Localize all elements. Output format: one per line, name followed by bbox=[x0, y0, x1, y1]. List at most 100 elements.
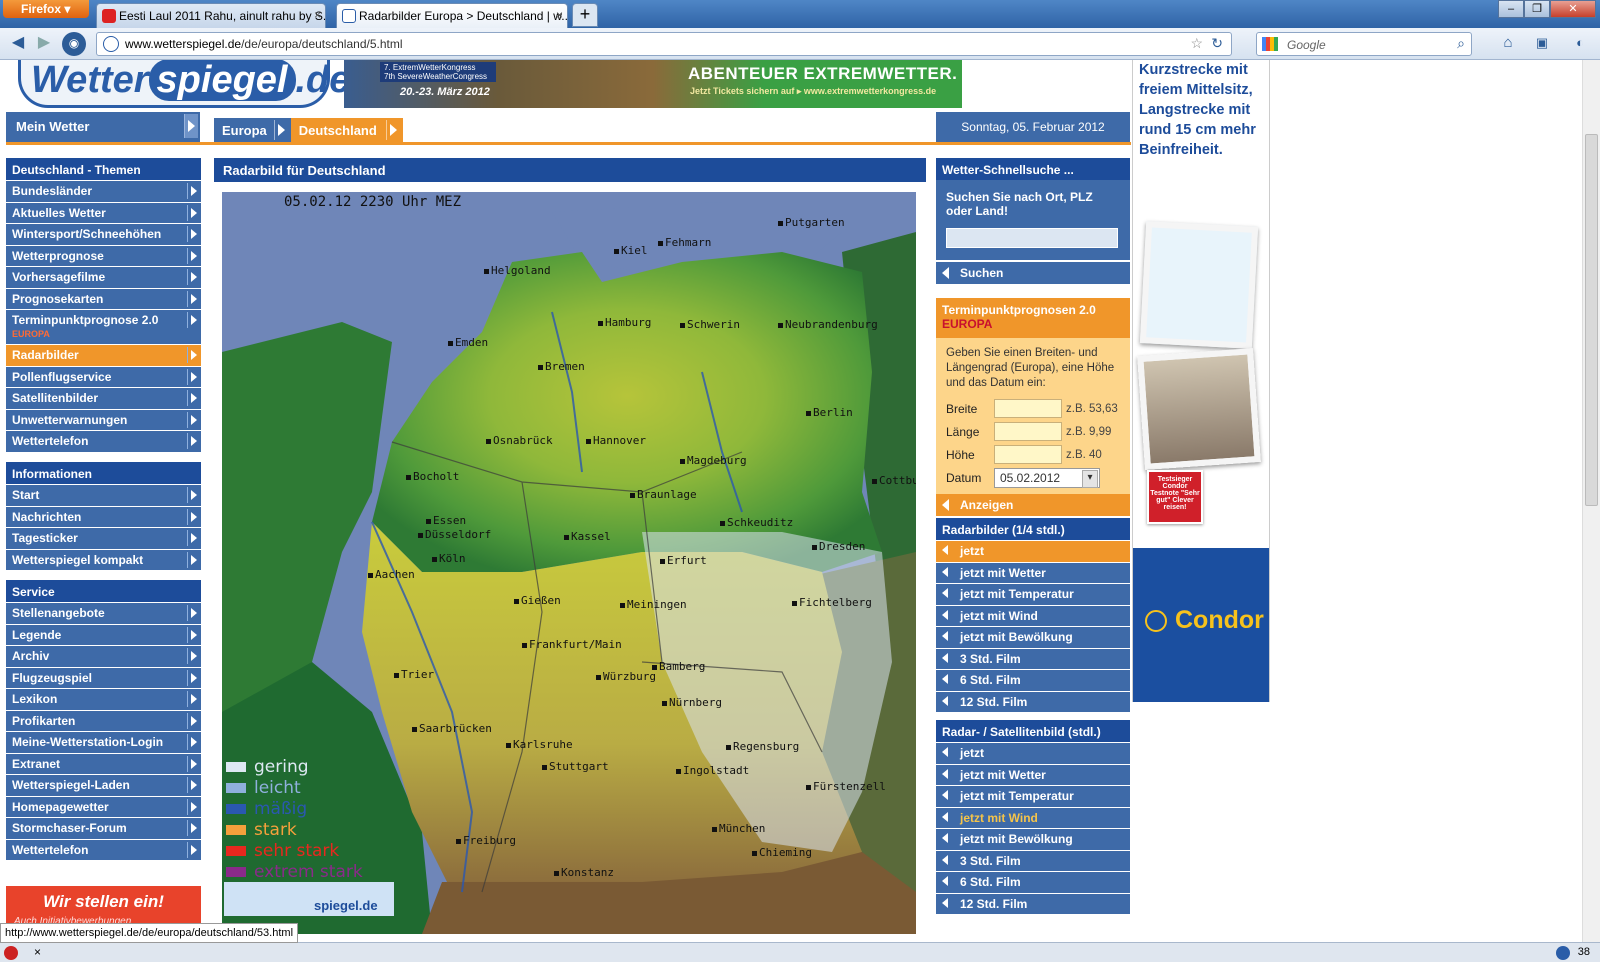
nav-item-wintersport-schneehöhen[interactable]: Wintersport/Schneehöhen bbox=[6, 224, 201, 245]
search-input[interactable]: Google ⌕ bbox=[1256, 32, 1472, 56]
nav-item-archiv[interactable]: Archiv bbox=[6, 646, 201, 667]
nav-item-radarbilder[interactable]: Radarbilder bbox=[6, 345, 201, 366]
nav-item-wettertelefon[interactable]: Wettertelefon bbox=[6, 431, 201, 452]
nav-item-wetterprognose[interactable]: Wetterprognose bbox=[6, 245, 201, 266]
laenge-input[interactable] bbox=[994, 422, 1062, 441]
breadcrumb-deutschland[interactable]: Deutschland bbox=[290, 118, 403, 142]
nav-item-nachrichten[interactable]: Nachrichten bbox=[6, 506, 201, 527]
anzeigen-button[interactable]: Anzeigen bbox=[936, 494, 1130, 516]
close-icon[interactable]: × bbox=[34, 945, 41, 959]
nav-item-lexikon[interactable]: Lexikon bbox=[6, 689, 201, 710]
forward-icon[interactable]: ▶ bbox=[32, 32, 56, 56]
radar-link-jetzt-mit-bewölkung[interactable]: jetzt mit Bewölkung bbox=[936, 627, 1130, 648]
city-label: München bbox=[712, 822, 765, 835]
adblock-icon[interactable] bbox=[4, 946, 18, 960]
radar-link-jetzt-mit-temperatur[interactable]: jetzt mit Temperatur bbox=[936, 584, 1130, 605]
radar-link-jetzt-mit-wetter[interactable]: jetzt mit Wetter bbox=[936, 562, 1130, 583]
page-scrollbar[interactable] bbox=[1582, 60, 1600, 942]
nav-item-bundesländer[interactable]: Bundesländer bbox=[6, 181, 201, 202]
mein-wetter-button[interactable]: Mein Wetter bbox=[6, 112, 200, 142]
nav-item-flugzeugspiel[interactable]: Flugzeugspiel bbox=[6, 667, 201, 688]
legend-entry: leicht bbox=[226, 777, 363, 798]
nav-item-wetterspiegel-laden[interactable]: Wetterspiegel-Laden bbox=[6, 775, 201, 796]
new-tab-button[interactable]: + bbox=[572, 3, 598, 27]
nav-service: Service Stellenangebote Legende Archiv Flug… bbox=[6, 580, 201, 861]
search-icon[interactable]: ⌕ bbox=[1457, 35, 1465, 52]
arrow-right-icon bbox=[187, 411, 199, 428]
radar-link-jetzt-mit-temperatur[interactable]: jetzt mit Temperatur bbox=[936, 786, 1130, 807]
site-identity-icon[interactable] bbox=[103, 36, 119, 52]
close-window-icon[interactable]: ✕ bbox=[1550, 0, 1596, 18]
close-tab-icon[interactable]: × bbox=[556, 8, 563, 22]
radar-link-12-std-film[interactable]: 12 Std. Film bbox=[936, 691, 1130, 712]
precipitation-legend: gering leicht mäßig stark sehr stark extrem s… bbox=[226, 756, 363, 882]
minimize-icon[interactable]: – bbox=[1498, 0, 1524, 18]
radar-link-jetzt-mit-wind[interactable]: jetzt mit Wind bbox=[936, 605, 1130, 626]
radar-link-12-std-film[interactable]: 12 Std. Film bbox=[936, 893, 1130, 914]
arrow-right-icon bbox=[187, 734, 199, 750]
nav-item-label: Prognosekarten bbox=[12, 291, 104, 306]
nav-item-extranet[interactable]: Extranet bbox=[6, 753, 201, 774]
back-icon[interactable]: ◀ bbox=[6, 32, 30, 56]
nav-item-pollenflugservice[interactable]: Pollenflugservice bbox=[6, 366, 201, 387]
nav-item-stellenangebote[interactable]: Stellenangebote bbox=[6, 603, 201, 624]
web-page: Wetter spiegel .de 7. ExtremWetterKongress… bbox=[0, 60, 1582, 942]
nav-item-terminpunktprognose-2-0[interactable]: Terminpunktprognose 2.0 EUROPA bbox=[6, 310, 201, 344]
radarbilder-panel: Radarbilder (1/4 stdl.) jetzt jetzt mit W… bbox=[936, 518, 1130, 712]
nav-item-prognosekarten[interactable]: Prognosekarten bbox=[6, 288, 201, 309]
radar-link-jetzt-mit-wind[interactable]: jetzt mit Wind bbox=[936, 807, 1130, 828]
arrow-right-icon bbox=[273, 120, 288, 140]
scrollbar-thumb[interactable] bbox=[1585, 134, 1598, 506]
radar-link-jetzt[interactable]: jetzt bbox=[936, 541, 1130, 562]
reload-icon[interactable]: ↻ bbox=[1211, 35, 1223, 52]
nav-item-label: Legende bbox=[12, 627, 62, 642]
radar-link-3-std-film[interactable]: 3 Std. Film bbox=[936, 648, 1130, 669]
bookmark-star-icon[interactable]: ☆ bbox=[1190, 35, 1203, 52]
nav-item-wetterspiegel-kompakt[interactable]: Wetterspiegel kompakt bbox=[6, 549, 201, 570]
nav-item-stormchaser-forum[interactable]: Stormchaser-Forum bbox=[6, 818, 201, 839]
radar-link-jetzt-mit-wetter[interactable]: jetzt mit Wetter bbox=[936, 764, 1130, 785]
nav-item-satellitenbilder[interactable]: Satellitenbilder bbox=[6, 388, 201, 409]
breite-input[interactable] bbox=[994, 399, 1062, 418]
nav-item-aktuelles-wetter[interactable]: Aktuelles Wetter bbox=[6, 202, 201, 223]
nav-item-unwetterwarnungen[interactable]: Unwetterwarnungen bbox=[6, 409, 201, 430]
maximize-icon[interactable]: ❐ bbox=[1524, 0, 1550, 18]
hoehe-example: z.B. 40 bbox=[1066, 448, 1102, 461]
address-bar[interactable]: www.wetterspiegel.de/de/europa/deutschla… bbox=[96, 32, 1232, 56]
city-label: Fichtelberg bbox=[792, 596, 872, 609]
tab-wetterspiegel[interactable]: Radarbilder Europa > Deutschland | w... … bbox=[336, 3, 568, 28]
nav-item-meine-wetterstation-login[interactable]: Meine-Wetterstation-Login bbox=[6, 732, 201, 753]
tab-youtube[interactable]: Eesti Laul 2011 Rahu, ainult rahu by S..… bbox=[96, 3, 326, 28]
extremwetter-banner-ad[interactable]: 7. ExtremWetterKongress 7th SevereWeather… bbox=[344, 60, 962, 108]
breadcrumb-europa[interactable]: Europa bbox=[214, 118, 291, 142]
nav-item-vorhersagefilme[interactable]: Vorhersagefilme bbox=[6, 267, 201, 288]
menu-icon[interactable]: ◐ bbox=[1568, 32, 1592, 56]
arrow-right-icon bbox=[187, 247, 199, 264]
nav-item-profikarten[interactable]: Profikarten bbox=[6, 710, 201, 731]
nav-item-wettertelefon[interactable]: Wettertelefon bbox=[6, 839, 201, 860]
hoehe-input[interactable] bbox=[994, 445, 1062, 464]
nav-item-tagesticker[interactable]: Tagesticker bbox=[6, 528, 201, 549]
nav-item-homepagewetter[interactable]: Homepagewetter bbox=[6, 796, 201, 817]
radar-link-6-std-film[interactable]: 6 Std. Film bbox=[936, 670, 1130, 691]
close-tab-icon[interactable]: × bbox=[314, 8, 321, 22]
nav-item-legende[interactable]: Legende bbox=[6, 624, 201, 645]
suchen-button[interactable]: Suchen bbox=[936, 262, 1130, 284]
addon-icon[interactable]: ▣ bbox=[1530, 32, 1554, 56]
banner-title: ABENTEUER EXTREMWETTER. bbox=[688, 64, 958, 83]
firefox-menu-button[interactable]: Firefox ▾ bbox=[3, 0, 89, 18]
notification-icon[interactable] bbox=[1556, 946, 1570, 960]
history-icon[interactable]: ◉ bbox=[62, 32, 86, 56]
radar-link-6-std-film[interactable]: 6 Std. Film bbox=[936, 872, 1130, 893]
google-icon[interactable] bbox=[1262, 37, 1278, 51]
city-label: Hannover bbox=[586, 434, 646, 447]
radar-link-3-std-film[interactable]: 3 Std. Film bbox=[936, 850, 1130, 871]
datum-select[interactable]: 05.02.2012 bbox=[994, 467, 1100, 488]
home-icon[interactable]: ⌂ bbox=[1496, 32, 1520, 56]
location-search-input[interactable] bbox=[946, 228, 1118, 248]
radar-link-jetzt[interactable]: jetzt bbox=[936, 743, 1130, 764]
nav-item-start[interactable]: Start bbox=[6, 485, 201, 506]
wetterspiegel-logo[interactable]: Wetter spiegel .de bbox=[18, 60, 350, 108]
radar-link-jetzt-mit-bewölkung[interactable]: jetzt mit Bewölkung bbox=[936, 829, 1130, 850]
condor-ad[interactable]: Kurzstrecke mit freiem Mittelsitz, Langs… bbox=[1132, 60, 1270, 702]
